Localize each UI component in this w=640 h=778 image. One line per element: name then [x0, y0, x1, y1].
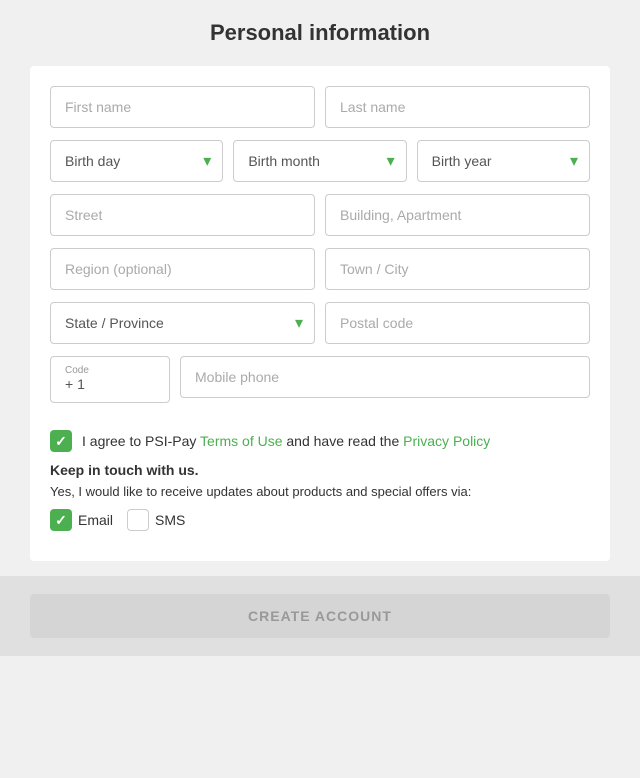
terms-prefix: I agree to PSI-Pay — [82, 433, 200, 449]
privacy-link[interactable]: Privacy Policy — [403, 433, 490, 449]
mobile-input[interactable] — [180, 356, 590, 398]
building-input[interactable] — [325, 194, 590, 236]
phone-row: Code + 1 — [50, 356, 590, 403]
first-name-input[interactable] — [50, 86, 315, 128]
town-field — [325, 248, 590, 290]
keep-in-touch-title: Keep in touch with us. — [50, 462, 590, 478]
email-checkbox[interactable] — [50, 509, 72, 531]
birth-month-select[interactable]: Birth month — [233, 140, 406, 182]
state-select[interactable]: State / Province — [50, 302, 315, 344]
email-channel: Email — [50, 509, 113, 531]
birth-day-select-wrapper: Birth day — [50, 140, 223, 182]
birth-day-select[interactable]: Birth day — [50, 140, 223, 182]
terms-row: I agree to PSI-Pay Terms of Use and have… — [50, 430, 590, 452]
create-account-button[interactable]: CREATE ACCOUNT — [30, 594, 610, 638]
town-input[interactable] — [325, 248, 590, 290]
phone-code-label: Code — [65, 365, 155, 376]
channel-row: Email SMS — [50, 509, 590, 531]
first-name-field — [50, 86, 315, 128]
state-field: State / Province — [50, 302, 315, 344]
birth-year-field: Birth year — [417, 140, 590, 182]
last-name-field — [325, 86, 590, 128]
mobile-field — [180, 356, 590, 403]
street-input[interactable] — [50, 194, 315, 236]
phone-code-value: + 1 — [65, 376, 85, 392]
address-row — [50, 194, 590, 236]
sms-label: SMS — [155, 512, 185, 528]
state-select-wrapper: State / Province — [50, 302, 315, 344]
building-field — [325, 194, 590, 236]
sms-channel: SMS — [127, 509, 185, 531]
name-row — [50, 86, 590, 128]
birth-month-field: Birth month — [233, 140, 406, 182]
region-input[interactable] — [50, 248, 315, 290]
keep-in-touch-sub: Yes, I would like to receive updates abo… — [50, 484, 590, 499]
region-field — [50, 248, 315, 290]
terms-mid: and have read the — [283, 433, 404, 449]
birth-row: Birth day Birth month Birth year — [50, 140, 590, 182]
email-label: Email — [78, 512, 113, 528]
last-name-input[interactable] — [325, 86, 590, 128]
birth-year-select[interactable]: Birth year — [417, 140, 590, 182]
checkbox-section: I agree to PSI-Pay Terms of Use and have… — [50, 415, 590, 541]
sms-checkbox[interactable] — [127, 509, 149, 531]
street-field — [50, 194, 315, 236]
terms-checkbox[interactable] — [50, 430, 72, 452]
birth-month-select-wrapper: Birth month — [233, 140, 406, 182]
postal-field — [325, 302, 590, 344]
region-row — [50, 248, 590, 290]
birth-year-select-wrapper: Birth year — [417, 140, 590, 182]
terms-link[interactable]: Terms of Use — [200, 433, 282, 449]
terms-text: I agree to PSI-Pay Terms of Use and have… — [82, 433, 490, 449]
form-card: Birth day Birth month Birth year — [30, 66, 610, 561]
create-btn-wrapper: CREATE ACCOUNT — [0, 576, 640, 656]
phone-code-field: Code + 1 — [50, 356, 170, 403]
page-title: Personal information — [30, 20, 610, 46]
postal-input[interactable] — [325, 302, 590, 344]
birth-day-field: Birth day — [50, 140, 223, 182]
state-row: State / Province — [50, 302, 590, 344]
